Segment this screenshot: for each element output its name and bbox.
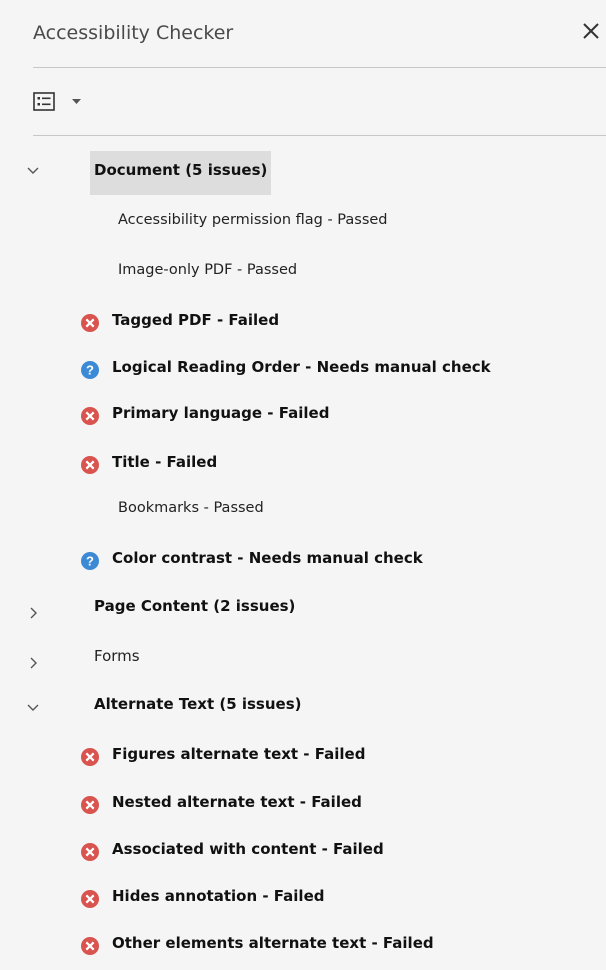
tree-item[interactable]: Tagged PDF - Failed: [0, 308, 606, 338]
tree-item-label: Primary language - Failed: [112, 404, 330, 422]
header-divider: [33, 67, 606, 68]
tree-item-label: Image-only PDF - Passed: [118, 262, 298, 278]
tree-item-label: Bookmarks - Passed: [118, 500, 264, 516]
tree-category-page-content[interactable]: Page Content (2 issues): [0, 594, 606, 624]
list-options-icon: [33, 92, 55, 111]
toolbar-divider: [33, 135, 606, 136]
tree-item-label: Tagged PDF - Failed: [112, 311, 280, 329]
tree-item[interactable]: Other elements alternate text - Failed: [0, 931, 606, 961]
help-icon: ?: [80, 551, 100, 571]
panel-title: Accessibility Checker: [33, 22, 234, 44]
close-icon: [583, 23, 599, 39]
tree-category-forms[interactable]: Forms: [0, 644, 606, 674]
tree-item[interactable]: Nested alternate text - Failed: [0, 790, 606, 820]
tree-item-label: Color contrast - Needs manual check: [112, 549, 423, 567]
tree-item-label: Associated with content - Failed: [112, 840, 384, 858]
tree-category-label: Page Content (2 issues): [94, 597, 296, 615]
help-icon: ?: [80, 360, 100, 380]
chevron-down-icon[interactable]: [22, 702, 44, 724]
tree-item-label: Title - Failed: [112, 453, 218, 471]
tree-item[interactable]: Accessibility permission flag - Passed: [0, 208, 606, 238]
panel-header: Accessibility Checker: [0, 0, 606, 68]
tree-item-label: Other elements alternate text - Failed: [112, 934, 434, 952]
svg-text:?: ?: [86, 363, 94, 378]
failed-icon: [80, 795, 100, 815]
tree-item[interactable]: Primary language - Failed: [0, 401, 606, 431]
tree-item[interactable]: Image-only PDF - Passed: [0, 258, 606, 288]
failed-icon: [80, 936, 100, 956]
caret-down-icon: [72, 99, 81, 104]
tree-item[interactable]: ? Logical Reading Order - Needs manual c…: [0, 355, 606, 385]
tree-category-label: Document (5 issues): [94, 161, 268, 179]
failed-icon: [80, 313, 100, 333]
tree-item-label: Figures alternate text - Failed: [112, 745, 366, 763]
tree-item-label: Nested alternate text - Failed: [112, 793, 362, 811]
tree-category-label: Forms: [94, 647, 140, 665]
failed-icon: [80, 455, 100, 475]
tree-item[interactable]: Figures alternate text - Failed: [0, 742, 606, 772]
tree-item[interactable]: ? Color contrast - Needs manual check: [0, 546, 606, 576]
options-menu-button[interactable]: [33, 89, 83, 115]
failed-icon: [80, 406, 100, 426]
tree-item-label: Logical Reading Order - Needs manual che…: [112, 358, 491, 376]
tree-item[interactable]: Title - Failed: [0, 450, 606, 480]
tree-item-label: Accessibility permission flag - Passed: [118, 212, 388, 228]
tree-item[interactable]: Associated with content - Failed: [0, 837, 606, 867]
failed-icon: [80, 842, 100, 862]
tree-item[interactable]: Hides annotation - Failed: [0, 884, 606, 914]
tree-item-label: Hides annotation - Failed: [112, 887, 325, 905]
failed-icon: [80, 889, 100, 909]
tree-category-label: Alternate Text (5 issues): [94, 695, 302, 713]
svg-text:?: ?: [86, 554, 94, 569]
tree-category-alternate-text[interactable]: Alternate Text (5 issues): [0, 692, 606, 722]
chevron-down-icon[interactable]: [22, 165, 44, 187]
failed-icon: [80, 747, 100, 767]
tree-item[interactable]: Bookmarks - Passed: [0, 496, 606, 526]
chevron-right-icon[interactable]: [22, 652, 44, 674]
chevron-right-icon[interactable]: [22, 602, 44, 624]
tree-category-document[interactable]: Document (5 issues): [0, 157, 606, 187]
close-button[interactable]: [580, 20, 606, 46]
